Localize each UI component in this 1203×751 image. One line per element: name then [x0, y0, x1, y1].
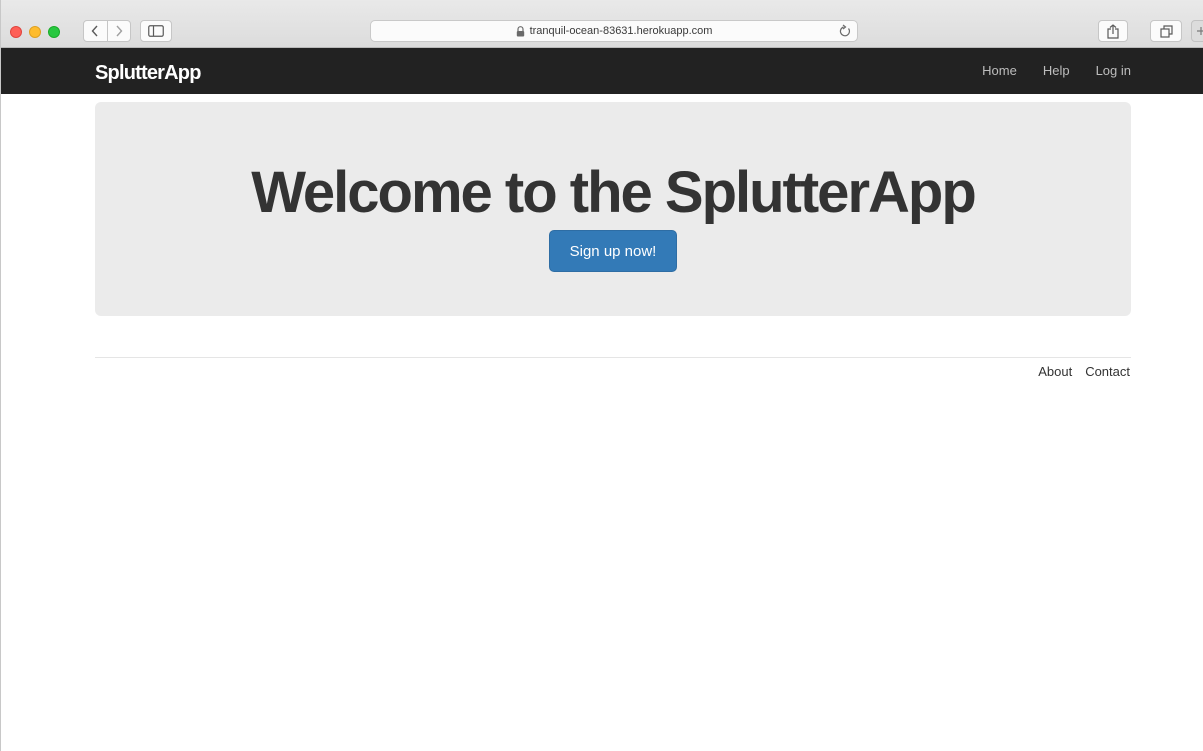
- close-window-button[interactable]: [10, 26, 22, 38]
- hero-jumbotron: Welcome to the SplutterApp Sign up now!: [95, 102, 1131, 316]
- lock-icon: [516, 25, 525, 37]
- minimize-window-button[interactable]: [29, 26, 41, 38]
- browser-window: tranquil-ocean-83631.herokuapp.com Splut…: [0, 0, 1203, 751]
- share-icon: [1107, 23, 1119, 39]
- site-navbar: SplutterApp Home Help Log in: [1, 48, 1203, 94]
- footer-link-contact[interactable]: Contact: [1085, 364, 1130, 379]
- footer-link-about[interactable]: About: [1038, 364, 1072, 379]
- plus-icon: [1197, 27, 1203, 35]
- sidebar-toggle-button[interactable]: [140, 20, 172, 42]
- address-url: tranquil-ocean-83631.herokuapp.com: [529, 25, 713, 37]
- browser-toolbar: tranquil-ocean-83631.herokuapp.com: [1, 0, 1203, 48]
- show-tabs-button[interactable]: [1150, 20, 1182, 42]
- nav-link-help[interactable]: Help: [1043, 63, 1070, 78]
- tabs-icon: [1159, 24, 1173, 38]
- share-button[interactable]: [1098, 20, 1128, 42]
- nav-link-home[interactable]: Home: [982, 63, 1017, 78]
- footer-links: About Contact: [1038, 364, 1130, 379]
- sidebar-icon: [148, 25, 164, 37]
- chevron-right-icon: [116, 25, 123, 37]
- forward-button[interactable]: [106, 21, 131, 41]
- sign-up-button[interactable]: Sign up now!: [549, 230, 677, 272]
- nav-link-log-in[interactable]: Log in: [1096, 63, 1131, 78]
- chevron-left-icon: [91, 25, 98, 37]
- reload-icon[interactable]: [839, 24, 851, 41]
- zoom-window-button[interactable]: [48, 26, 60, 38]
- brand-logo-link[interactable]: SplutterApp: [95, 62, 201, 85]
- back-button[interactable]: [84, 21, 107, 41]
- address-bar[interactable]: tranquil-ocean-83631.herokuapp.com: [370, 20, 858, 42]
- hero-title: Welcome to the SplutterApp: [251, 160, 977, 225]
- history-nav-group: [83, 20, 131, 42]
- nav-links: Home Help Log in: [982, 63, 1131, 78]
- footer-divider: [95, 357, 1131, 358]
- new-tab-button[interactable]: [1191, 20, 1203, 42]
